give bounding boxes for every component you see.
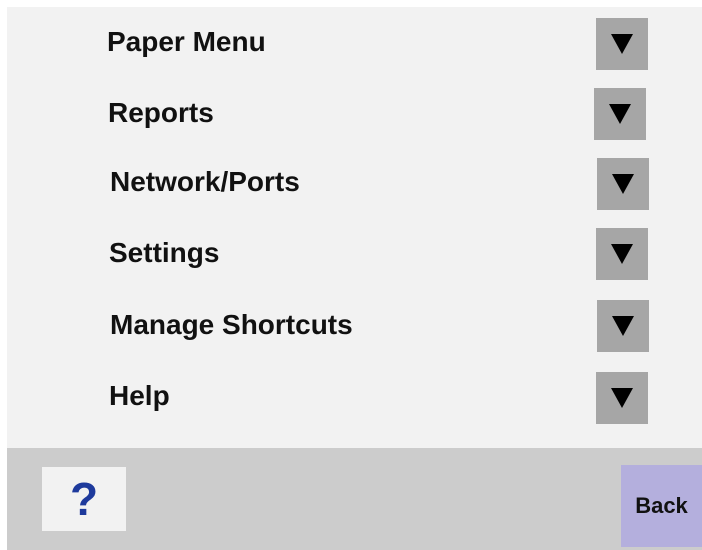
menu-item-network-ports[interactable]: Network/Ports — [110, 166, 300, 198]
back-button[interactable]: Back — [621, 465, 702, 547]
manage-shortcuts-expand-button[interactable] — [597, 300, 649, 352]
settings-expand-button[interactable] — [596, 228, 648, 280]
down-triangle-icon — [611, 34, 633, 54]
down-triangle-icon — [612, 316, 634, 336]
menu-item-paper-menu[interactable]: Paper Menu — [107, 26, 266, 58]
help-button[interactable]: ? — [42, 467, 126, 531]
paper-menu-expand-button[interactable] — [596, 18, 648, 70]
menu-item-help[interactable]: Help — [109, 380, 170, 412]
down-triangle-icon — [611, 244, 633, 264]
reports-expand-button[interactable] — [594, 88, 646, 140]
help-expand-button[interactable] — [596, 372, 648, 424]
question-mark-icon: ? — [69, 473, 99, 525]
network-ports-expand-button[interactable] — [597, 158, 649, 210]
back-button-label: Back — [635, 493, 688, 518]
menu-item-settings[interactable]: Settings — [109, 237, 219, 269]
menu-item-reports[interactable]: Reports — [108, 97, 214, 129]
menu-item-manage-shortcuts[interactable]: Manage Shortcuts — [110, 309, 353, 341]
down-triangle-icon — [609, 104, 631, 124]
down-triangle-icon — [611, 388, 633, 408]
down-triangle-icon — [612, 174, 634, 194]
